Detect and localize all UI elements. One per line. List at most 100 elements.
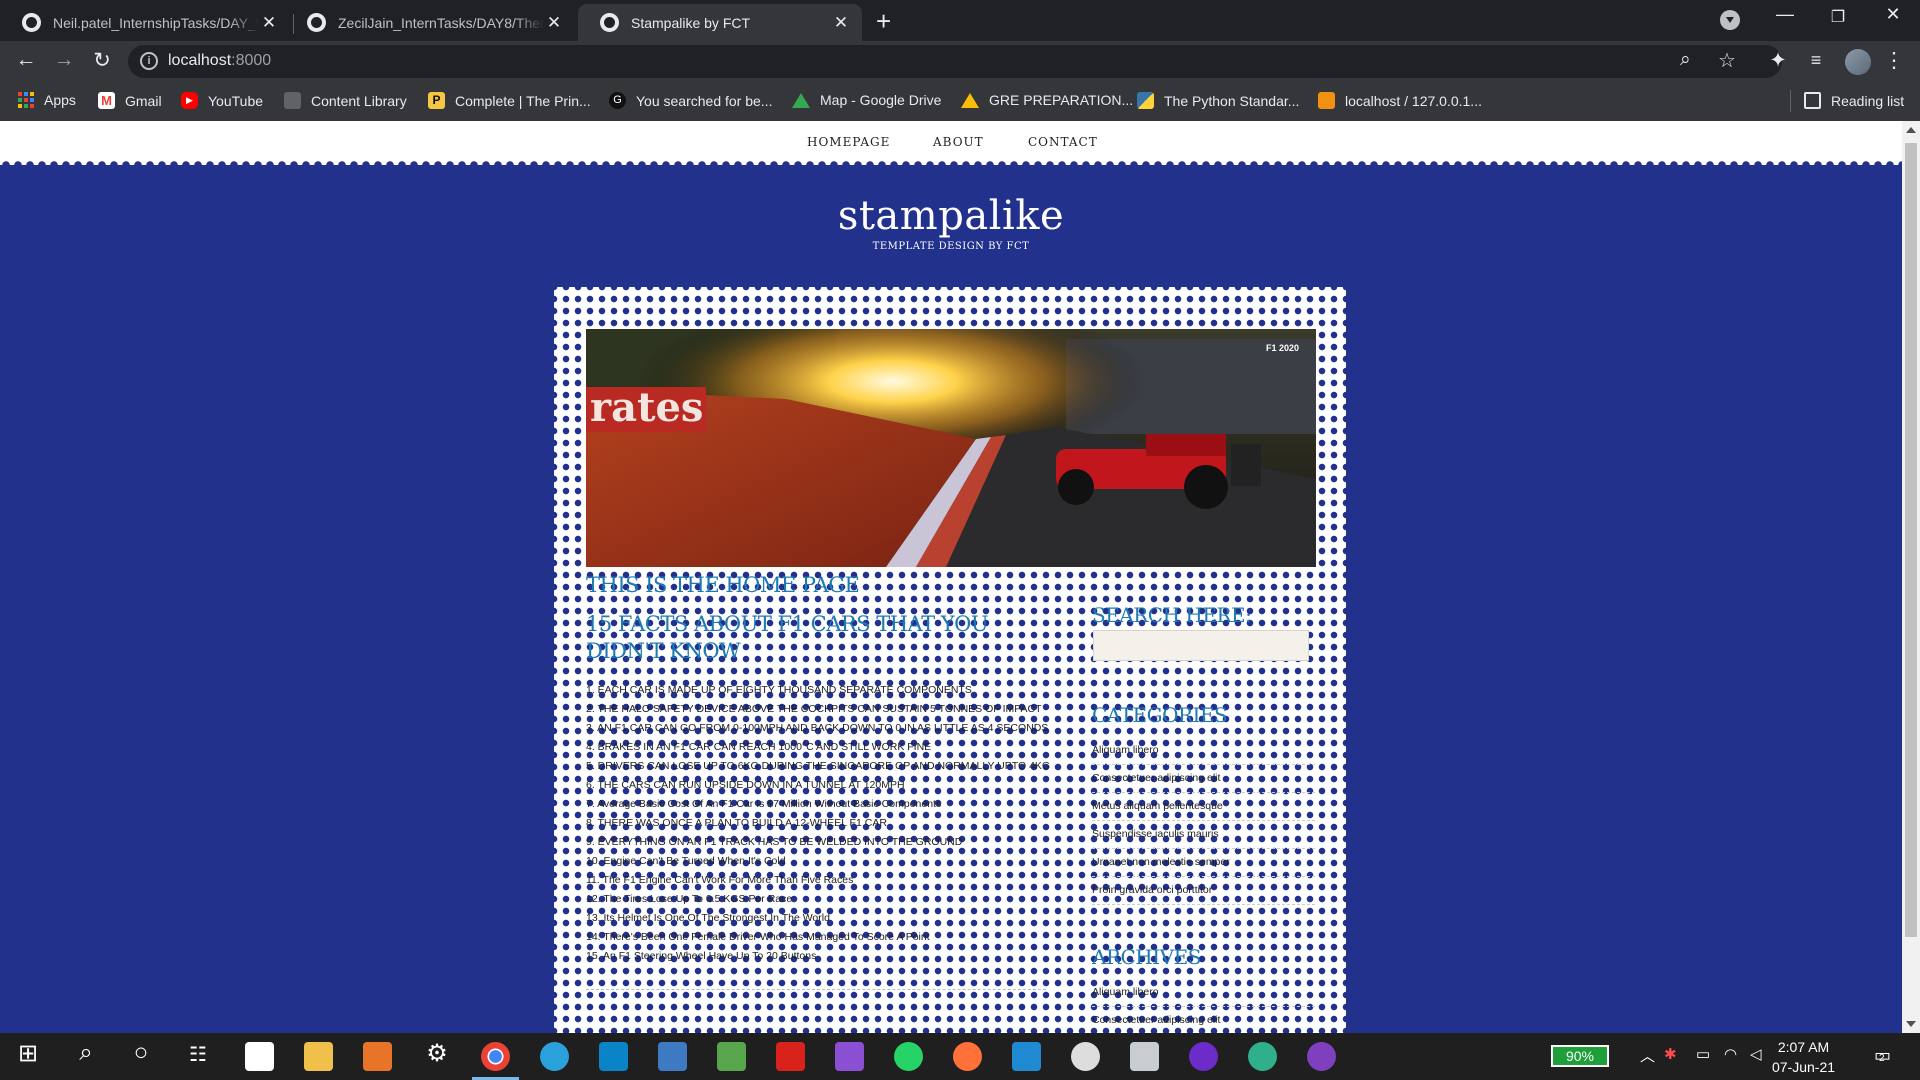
volume-icon[interactable]: ◁ xyxy=(1750,1045,1762,1063)
search-input[interactable] xyxy=(1093,630,1309,661)
app-icon[interactable] xyxy=(363,1042,392,1071)
reload-icon[interactable]: ↻ xyxy=(88,48,116,73)
list-item: 3. AN F1 CAR CAN GO FROM 0-100MPH AND BA… xyxy=(586,722,1049,734)
bookmark-youtube[interactable]: ▶ YouTube xyxy=(181,92,263,109)
zoom-icon[interactable]: ⌕ xyxy=(1680,49,1691,71)
category-link[interactable]: Consectetuer adipiscing elit xyxy=(1092,765,1315,793)
spreadsheet-icon[interactable] xyxy=(717,1042,746,1071)
search-heading: SEARCH HERE: xyxy=(1092,603,1252,627)
nav-contact[interactable]: CONTACT xyxy=(1028,135,1098,149)
bookmark-google-drive[interactable]: Map - Google Drive xyxy=(792,92,941,108)
browser-tab-active[interactable]: Stampalike by FCT ✕ xyxy=(578,4,862,41)
list-item: 15. An F1 Steering Wheel Have Up To 20 B… xyxy=(586,950,817,962)
close-tab-icon[interactable]: ✕ xyxy=(545,13,563,33)
photos-icon[interactable] xyxy=(658,1042,687,1071)
tray-app-icon[interactable]: ✱ xyxy=(1664,1045,1677,1063)
tray-expand-icon[interactable]: ︿ xyxy=(1640,1045,1655,1066)
browser-tab[interactable]: Neil.patel_InternshipTasks/DAY_9 ✕ xyxy=(0,4,290,41)
clock[interactable]: 2:07 AM 07-Jun-21 xyxy=(1772,1037,1835,1077)
new-tab-icon[interactable]: + xyxy=(876,6,891,37)
notification-icon[interactable]: ▭2 xyxy=(1874,1045,1891,1066)
acrobat-icon[interactable] xyxy=(776,1042,805,1071)
bookmark-complete[interactable]: P Complete | The Prin... xyxy=(428,92,591,109)
avatar[interactable] xyxy=(1845,49,1871,75)
scroll-down-icon[interactable] xyxy=(1906,1021,1916,1027)
scroll-up-icon[interactable] xyxy=(1906,127,1916,133)
restore-icon[interactable]: ❐ xyxy=(1815,7,1861,27)
bookmark-gre[interactable]: GRE PREPARATION... xyxy=(961,92,1133,108)
firefox-icon[interactable] xyxy=(953,1042,982,1071)
unreal-icon[interactable] xyxy=(1071,1042,1100,1071)
whatsapp-icon[interactable] xyxy=(894,1042,923,1071)
tab-strip: Neil.patel_InternshipTasks/DAY_9 ✕ Zecil… xyxy=(0,0,1920,41)
bookmark-search[interactable]: G You searched for be... xyxy=(609,92,772,109)
bookmark-python[interactable]: The Python Standar... xyxy=(1137,92,1299,109)
scrollbar-thumb[interactable] xyxy=(1905,143,1917,937)
bookmark-label: Apps xyxy=(44,92,76,108)
page-viewport: HOMEPAGE ABOUT CONTACT stampalike TEMPLA… xyxy=(0,121,1902,1033)
bookmark-star-icon[interactable]: ☆ xyxy=(1718,48,1736,73)
extensions-icon[interactable]: ✦ xyxy=(1764,48,1792,73)
chrome-icon[interactable] xyxy=(472,1042,519,1080)
github-icon xyxy=(22,13,41,32)
google-drive-icon xyxy=(792,92,810,108)
list-item: 8. THERE WAS ONCE A PLAN TO BUILD A 12-W… xyxy=(586,817,887,829)
telegram-icon[interactable] xyxy=(540,1042,569,1071)
bookmark-phpmyadmin[interactable]: localhost / 127.0.0.1... xyxy=(1318,92,1482,109)
menu-icon[interactable]: ⋮ xyxy=(1880,48,1908,73)
search-icon[interactable]: ⌕ xyxy=(66,1039,106,1067)
list-item: 2. THE HALO SAFETY DEVICE ABOVE THE COCK… xyxy=(586,703,1042,715)
hero-badge: F1 2020 xyxy=(1266,343,1299,353)
github-desktop-icon[interactable] xyxy=(1307,1042,1336,1071)
vscode-icon[interactable] xyxy=(1012,1042,1041,1071)
wifi-icon[interactable]: ◠ xyxy=(1724,1045,1737,1063)
category-link[interactable]: Metus aliquam pellentesque xyxy=(1092,793,1315,821)
close-tab-icon[interactable]: ✕ xyxy=(260,13,278,33)
list-item: 11. The F1 Engine Can't Work For More Th… xyxy=(586,874,854,886)
bookmark-content-library[interactable]: Content Library xyxy=(284,92,407,109)
list-item: 7. Average Basic Cost Of An F1 Car Is $7… xyxy=(586,798,942,810)
browser-tab[interactable]: ZecilJain_InternTasks/DAY8/Them ✕ xyxy=(285,4,575,41)
category-link[interactable]: Proin gravida orci porttitor xyxy=(1092,877,1315,905)
app-icon[interactable] xyxy=(1248,1042,1277,1071)
nav-about[interactable]: ABOUT xyxy=(933,135,984,149)
battery-indicator[interactable]: 90% xyxy=(1551,1045,1609,1067)
minimize-icon[interactable]: — xyxy=(1762,4,1808,25)
bookmark-gmail[interactable]: M Gmail xyxy=(98,92,162,109)
category-link[interactable]: Suspendisse iaculis mauris xyxy=(1092,821,1315,849)
post-title[interactable]: 15 FACTS ABOUT F1 CARS THAT YOU DIDN'T K… xyxy=(586,611,1056,665)
site-title[interactable]: stampalike xyxy=(0,193,1902,239)
visual-studio-icon[interactable] xyxy=(835,1042,864,1071)
back-icon[interactable]: ← xyxy=(12,48,40,72)
browser-toolbar: ← → ↻ i localhost:8000 ⌕ ☆ ✦ ≡ ⋮ xyxy=(0,41,1920,82)
nav-homepage[interactable]: HOMEPAGE xyxy=(807,135,890,149)
category-link[interactable]: Urnanet non molestie semper xyxy=(1092,849,1315,877)
close-window-icon[interactable]: ✕ xyxy=(1870,4,1916,25)
cube-icon[interactable] xyxy=(1130,1042,1159,1071)
f1-car-photo: rates F1 2020 xyxy=(586,329,1316,567)
forward-icon[interactable]: → xyxy=(50,48,78,72)
bookmark-label: Content Library xyxy=(311,92,407,109)
task-view-icon[interactable]: ☷ xyxy=(178,1042,218,1067)
close-tab-icon[interactable]: ✕ xyxy=(832,13,850,33)
reading-list-button[interactable]: Reading list xyxy=(1804,92,1904,109)
info-icon[interactable]: i xyxy=(140,52,158,70)
settings-gear-icon[interactable]: ⚙ xyxy=(417,1039,457,1068)
archive-link[interactable]: Aliquam libero xyxy=(1092,979,1315,1007)
app-icon[interactable] xyxy=(599,1042,628,1071)
address-bar[interactable]: i localhost:8000 ⌕ ☆ xyxy=(128,45,1782,78)
podcast-icon[interactable] xyxy=(1189,1042,1218,1071)
reading-list-icon xyxy=(1804,92,1821,109)
bookmark-apps[interactable]: Apps xyxy=(18,92,76,108)
tab-search-icon[interactable] xyxy=(1720,10,1740,30)
file-explorer-icon[interactable] xyxy=(304,1042,333,1071)
media-control-icon[interactable]: ≡ xyxy=(1802,50,1830,71)
cortana-icon[interactable]: ○ xyxy=(121,1039,161,1067)
category-link[interactable]: Aliquam libero xyxy=(1092,737,1315,765)
store-icon[interactable] xyxy=(245,1042,274,1071)
url-text[interactable]: localhost:8000 xyxy=(168,52,271,70)
archive-link[interactable]: Consectetuer adipiscing elit xyxy=(1092,1007,1315,1033)
windows-start-icon[interactable]: ⊞ xyxy=(8,1039,48,1068)
page-scrollbar[interactable] xyxy=(1902,121,1920,1033)
power-icon[interactable]: ▭ xyxy=(1696,1045,1710,1063)
